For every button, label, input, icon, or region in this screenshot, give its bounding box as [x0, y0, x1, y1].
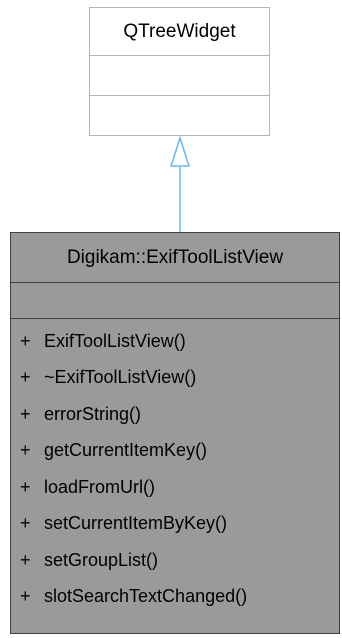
method-name: setCurrentItemByKey() — [44, 513, 228, 534]
method-name: ExifToolListView() — [44, 330, 186, 351]
method-name: getCurrentItemKey() — [44, 440, 208, 461]
base-class-methods — [90, 96, 269, 136]
base-class-name: QTreeWidget — [90, 8, 269, 56]
method-visibility: + — [20, 476, 31, 497]
method-name: loadFromUrl() — [44, 476, 156, 497]
method-visibility: + — [20, 513, 31, 534]
method-row: + errorString() — [11, 396, 339, 433]
method-name: errorString() — [44, 403, 142, 424]
method-row: + loadFromUrl() — [11, 469, 339, 506]
derived-class-methods: + ExifToolListView() + ~ExifToolListView… — [11, 319, 339, 615]
method-visibility: + — [20, 549, 31, 570]
derived-class-name: Digikam::ExifToolListView — [11, 233, 339, 283]
method-row: + getCurrentItemKey() — [11, 433, 339, 470]
method-visibility: + — [20, 330, 31, 351]
method-name: setGroupList() — [44, 549, 159, 570]
derived-class-attributes — [11, 283, 339, 319]
method-visibility: + — [20, 367, 31, 388]
base-class-attributes — [90, 56, 269, 96]
method-row: + ExifToolListView() — [11, 323, 339, 360]
method-row: + slotSearchTextChanged() — [11, 579, 339, 616]
method-visibility: + — [20, 403, 31, 424]
method-row: + setCurrentItemByKey() — [11, 506, 339, 543]
method-visibility: + — [20, 586, 31, 607]
method-visibility: + — [20, 440, 31, 461]
base-class-box: QTreeWidget — [89, 7, 270, 136]
derived-class-box: Digikam::ExifToolListView + ExifToolList… — [10, 232, 340, 634]
method-row: + setGroupList() — [11, 542, 339, 579]
method-name: slotSearchTextChanged() — [44, 586, 248, 607]
inheritance-arrowhead — [169, 135, 191, 167]
method-row: + ~ExifToolListView() — [11, 360, 339, 397]
method-name: ~ExifToolListView() — [44, 367, 197, 388]
